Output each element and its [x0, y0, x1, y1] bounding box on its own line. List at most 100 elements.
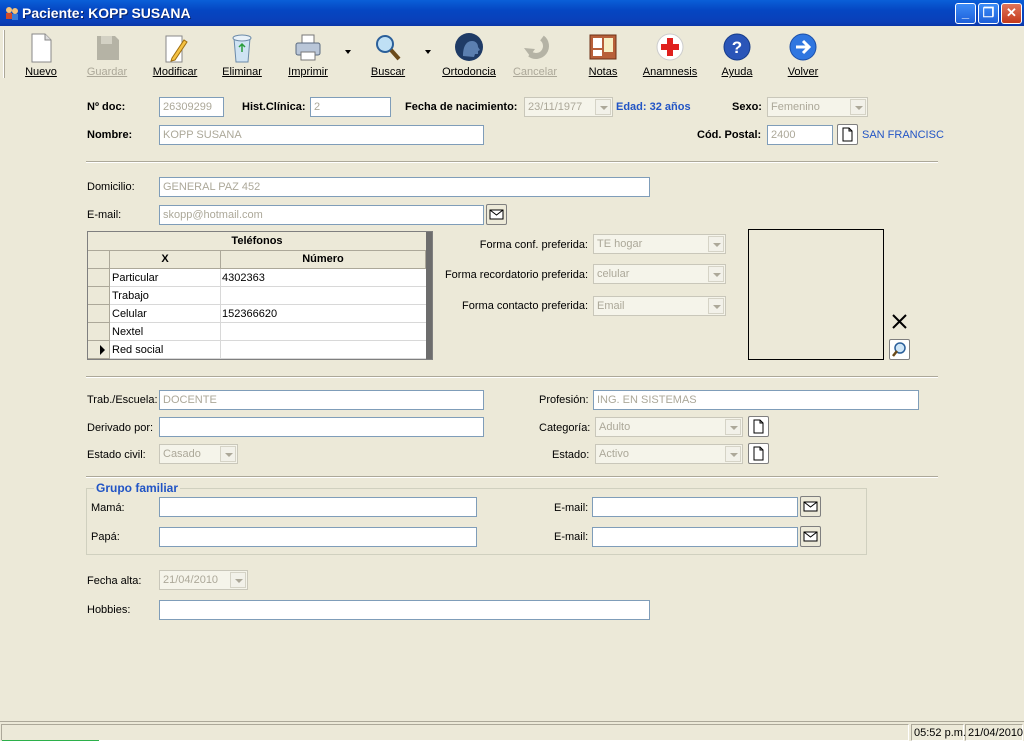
- chevron-down-icon[interactable]: [708, 236, 724, 252]
- family-group-title: Grupo familiar: [94, 481, 181, 495]
- mom-send-email-button[interactable]: [800, 496, 821, 517]
- sex-select[interactable]: Femenino: [767, 97, 868, 117]
- birth-date-picker[interactable]: 23/11/1977: [524, 97, 613, 117]
- anamnesis-button[interactable]: Anamnesis: [642, 30, 698, 82]
- orthodontics-button[interactable]: Ortodoncia: [440, 30, 498, 82]
- dad-email-field[interactable]: [592, 527, 798, 547]
- email-field[interactable]: skopp@hotmail.com: [159, 205, 484, 225]
- chevron-down-icon[interactable]: [708, 298, 724, 314]
- profession-field[interactable]: ING. EN SISTEMAS: [593, 390, 919, 410]
- conf-pref-select[interactable]: TE hogar: [593, 234, 726, 254]
- signup-date-picker[interactable]: 21/04/2010: [159, 570, 248, 590]
- status-time: 05:52 p.m.: [911, 724, 966, 741]
- back-button[interactable]: Volver: [780, 30, 826, 82]
- chevron-down-icon[interactable]: [708, 266, 724, 282]
- mail-icon: [489, 209, 504, 220]
- search-button[interactable]: Buscar: [364, 30, 412, 82]
- close-button[interactable]: ✕: [1001, 3, 1022, 24]
- search-dropdown-arrow[interactable]: [425, 50, 431, 54]
- mail-icon: [803, 501, 818, 512]
- minimize-button[interactable]: _: [955, 3, 976, 24]
- restore-button[interactable]: ❐: [978, 3, 999, 24]
- phones-grid[interactable]: Teléfonos X Número Particular 4302363 Tr…: [87, 231, 433, 360]
- chevron-down-icon[interactable]: [230, 572, 246, 588]
- work-school-field[interactable]: DOCENTE: [159, 390, 484, 410]
- table-row[interactable]: Red social: [88, 341, 426, 359]
- phone-number-cell[interactable]: 152366620: [221, 305, 426, 323]
- table-row[interactable]: Nextel: [88, 323, 426, 341]
- age-text: Edad: 32 años: [616, 101, 691, 113]
- reminder-pref-label: Forma recordatorio preferida:: [444, 269, 588, 281]
- remove-photo-button[interactable]: [889, 311, 910, 332]
- send-email-button[interactable]: [486, 204, 507, 225]
- category-select[interactable]: Adulto: [595, 417, 743, 437]
- doc-label: Nº doc:: [87, 101, 126, 113]
- status-add-button[interactable]: [748, 443, 769, 464]
- address-field[interactable]: GENERAL PAZ 452: [159, 177, 650, 197]
- table-row[interactable]: Celular 152366620: [88, 305, 426, 323]
- sex-label: Sexo:: [732, 101, 762, 113]
- print-button[interactable]: Imprimir: [284, 30, 332, 82]
- phone-number-cell[interactable]: [221, 323, 426, 341]
- table-row[interactable]: Trabajo: [88, 287, 426, 305]
- divider: [86, 376, 938, 378]
- delete-button[interactable]: Eliminar: [218, 30, 266, 82]
- chevron-down-icon[interactable]: [725, 419, 741, 435]
- browse-photo-button[interactable]: [889, 339, 910, 360]
- dad-email-label: E-mail:: [554, 531, 589, 543]
- postal-lookup-button[interactable]: [837, 124, 858, 145]
- civil-status-select[interactable]: Casado: [159, 444, 238, 464]
- grid-header-x[interactable]: X: [110, 251, 221, 269]
- dad-name-field[interactable]: [159, 527, 477, 547]
- grid-header-number[interactable]: Número: [221, 251, 426, 269]
- save-disk-icon: [97, 36, 119, 60]
- chevron-down-icon[interactable]: [725, 446, 741, 462]
- chevron-down-icon[interactable]: [220, 446, 236, 462]
- notes-button[interactable]: Notas: [580, 30, 626, 82]
- hist-label: Hist.Clínica:: [242, 101, 306, 113]
- patient-photo-frame[interactable]: [748, 229, 884, 360]
- window-titlebar[interactable]: Paciente: KOPP SUSANA _ ❐ ✕: [0, 0, 1024, 26]
- phone-type-cell[interactable]: Celular: [111, 305, 221, 323]
- reminder-pref-select[interactable]: celular: [593, 264, 726, 284]
- grid-scrollbar[interactable]: [426, 232, 432, 359]
- postal-code-field[interactable]: 2400: [767, 125, 833, 145]
- document-icon: [753, 419, 764, 434]
- table-row[interactable]: Particular 4302363: [88, 269, 426, 287]
- email-label: E-mail:: [87, 209, 122, 221]
- help-button[interactable]: ? Ayuda: [714, 30, 760, 82]
- chevron-down-icon[interactable]: [595, 99, 611, 115]
- signup-date-label: Fecha alta:: [87, 575, 142, 587]
- hist-clinica-field[interactable]: 2: [310, 97, 391, 117]
- dad-label: Papá:: [91, 531, 120, 543]
- new-document-icon: [31, 33, 52, 63]
- head-profile-icon: [455, 33, 483, 61]
- phone-type-cell[interactable]: Trabajo: [111, 287, 221, 305]
- phone-type-cell[interactable]: Red social: [111, 341, 221, 359]
- save-button[interactable]: Guardar: [84, 30, 130, 82]
- civil-status-label: Estado civil:: [87, 449, 146, 461]
- contact-pref-label: Forma contacto preferida:: [462, 300, 588, 312]
- divider: [86, 476, 938, 478]
- print-dropdown-arrow[interactable]: [345, 50, 351, 54]
- contact-pref-select[interactable]: Email: [593, 296, 726, 316]
- phone-number-cell[interactable]: [221, 341, 426, 359]
- phones-grid-title: Teléfonos: [88, 232, 426, 251]
- chevron-down-icon[interactable]: [850, 99, 866, 115]
- phone-number-cell[interactable]: [221, 287, 426, 305]
- referred-by-field[interactable]: [159, 417, 484, 437]
- dad-send-email-button[interactable]: [800, 526, 821, 547]
- phone-number-cell[interactable]: 4302363: [221, 269, 426, 287]
- phone-type-cell[interactable]: Particular: [111, 269, 221, 287]
- phone-type-cell[interactable]: Nextel: [111, 323, 221, 341]
- new-button[interactable]: Nuevo: [18, 30, 64, 82]
- cancel-button[interactable]: Cancelar: [512, 30, 558, 82]
- category-add-button[interactable]: [748, 416, 769, 437]
- doc-number-field[interactable]: 26309299: [159, 97, 224, 117]
- mom-name-field[interactable]: [159, 497, 477, 517]
- name-field[interactable]: KOPP SUSANA: [159, 125, 484, 145]
- hobbies-field[interactable]: [159, 600, 650, 620]
- modify-button[interactable]: Modificar: [150, 30, 200, 82]
- status-select[interactable]: Activo: [595, 444, 743, 464]
- mom-email-field[interactable]: [592, 497, 798, 517]
